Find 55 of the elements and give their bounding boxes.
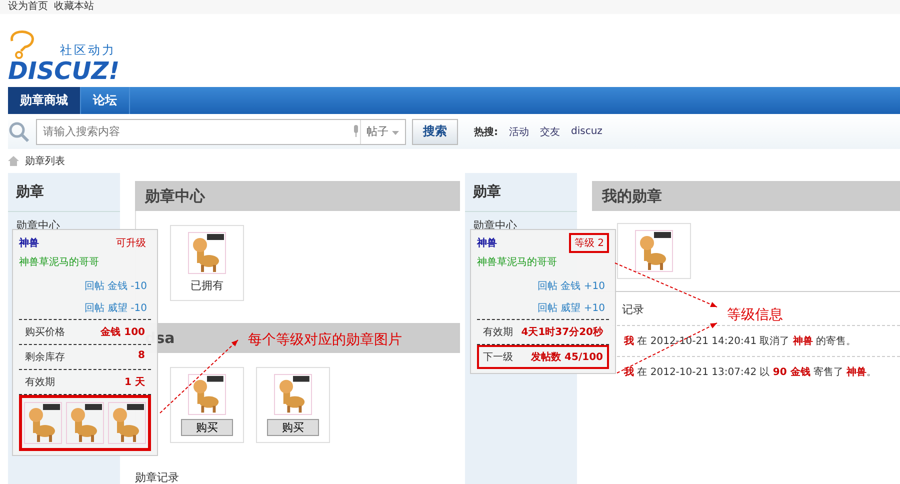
- reward-text: 回帖 金钱 -10: [83, 280, 148, 294]
- medal-description: 神兽草泥马的哥哥: [19, 256, 100, 269]
- alpaca-medal-drawing: [188, 232, 226, 274]
- breadcrumb-item[interactable]: 勋章列表: [25, 154, 65, 168]
- section-title: 记录: [622, 303, 644, 316]
- logo-tagline: 社区动力: [60, 42, 116, 59]
- logo-text: DISCUZ!: [8, 59, 120, 83]
- info-label: 有效期: [483, 326, 513, 339]
- annotation-label: 等级信息: [727, 306, 783, 324]
- hot-search-label: 热搜:: [474, 126, 498, 138]
- alpaca-medal-drawing: [108, 402, 146, 444]
- top-link[interactable]: 设为首页: [8, 0, 48, 14]
- info-value: 4天1时37分20秒: [521, 326, 603, 339]
- medal-name: 神兽: [19, 236, 39, 250]
- buy-button[interactable]: 购买: [267, 418, 319, 436]
- medal-caption: 已拥有: [190, 278, 224, 293]
- medal-status: 可升级: [115, 236, 147, 251]
- caret-icon: [392, 130, 399, 134]
- alpaca-medal-drawing: [24, 402, 62, 444]
- home-icon[interactable]: [8, 156, 19, 166]
- alpaca-medal-drawing: [274, 374, 312, 415]
- alpaca-medal-drawing: [635, 230, 673, 272]
- reward-text: 回帖 威望 -10: [83, 302, 148, 316]
- info-label: 剩余库存: [25, 350, 65, 364]
- sidebar-title: 勋章: [8, 173, 120, 212]
- section-header: 勋章中心: [135, 181, 460, 211]
- alpaca-medal-drawing: [188, 374, 226, 415]
- medal-status: 等级 2: [569, 233, 609, 253]
- medal-name: 神兽: [477, 236, 497, 250]
- hot-search-link[interactable]: discuz: [571, 126, 602, 137]
- info-value: 发帖数 45/100: [531, 350, 603, 364]
- hot-search-link[interactable]: 交友: [540, 124, 560, 138]
- section-header: 我的勋章: [592, 181, 900, 211]
- reward-text: 回帖 威望 +10: [536, 302, 606, 316]
- nav-tab[interactable]: 勋章商城: [8, 87, 81, 114]
- top-link[interactable]: 收藏本站: [54, 0, 94, 14]
- sidebar-title: 勋章: [465, 173, 577, 212]
- info-value: 金钱 100: [100, 326, 145, 339]
- search-scope-dropdown[interactable]: 帖子: [360, 120, 405, 144]
- search-icon: [8, 120, 30, 142]
- medal-description: 神兽草泥马的哥哥: [477, 256, 558, 269]
- search-button[interactable]: 搜索: [412, 118, 458, 144]
- microphone-icon: [352, 125, 360, 138]
- hot-search-link[interactable]: 活动: [509, 124, 529, 138]
- info-value: 8: [138, 350, 145, 363]
- buy-button[interactable]: 购买: [181, 418, 233, 436]
- info-label: 有效期: [25, 376, 55, 389]
- info-value: 1 天: [124, 376, 145, 389]
- section-title: 勋章记录: [135, 470, 180, 484]
- reward-text: 回帖 金钱 +10: [536, 280, 606, 294]
- search-field[interactable]: 请输入搜索内容 帖子: [36, 118, 406, 144]
- info-label: 购买价格: [25, 326, 65, 339]
- annotation-label: 每个等级对应的勋章图片: [248, 331, 402, 349]
- info-label: 下一级: [483, 351, 513, 364]
- alpaca-medal-drawing: [66, 402, 104, 444]
